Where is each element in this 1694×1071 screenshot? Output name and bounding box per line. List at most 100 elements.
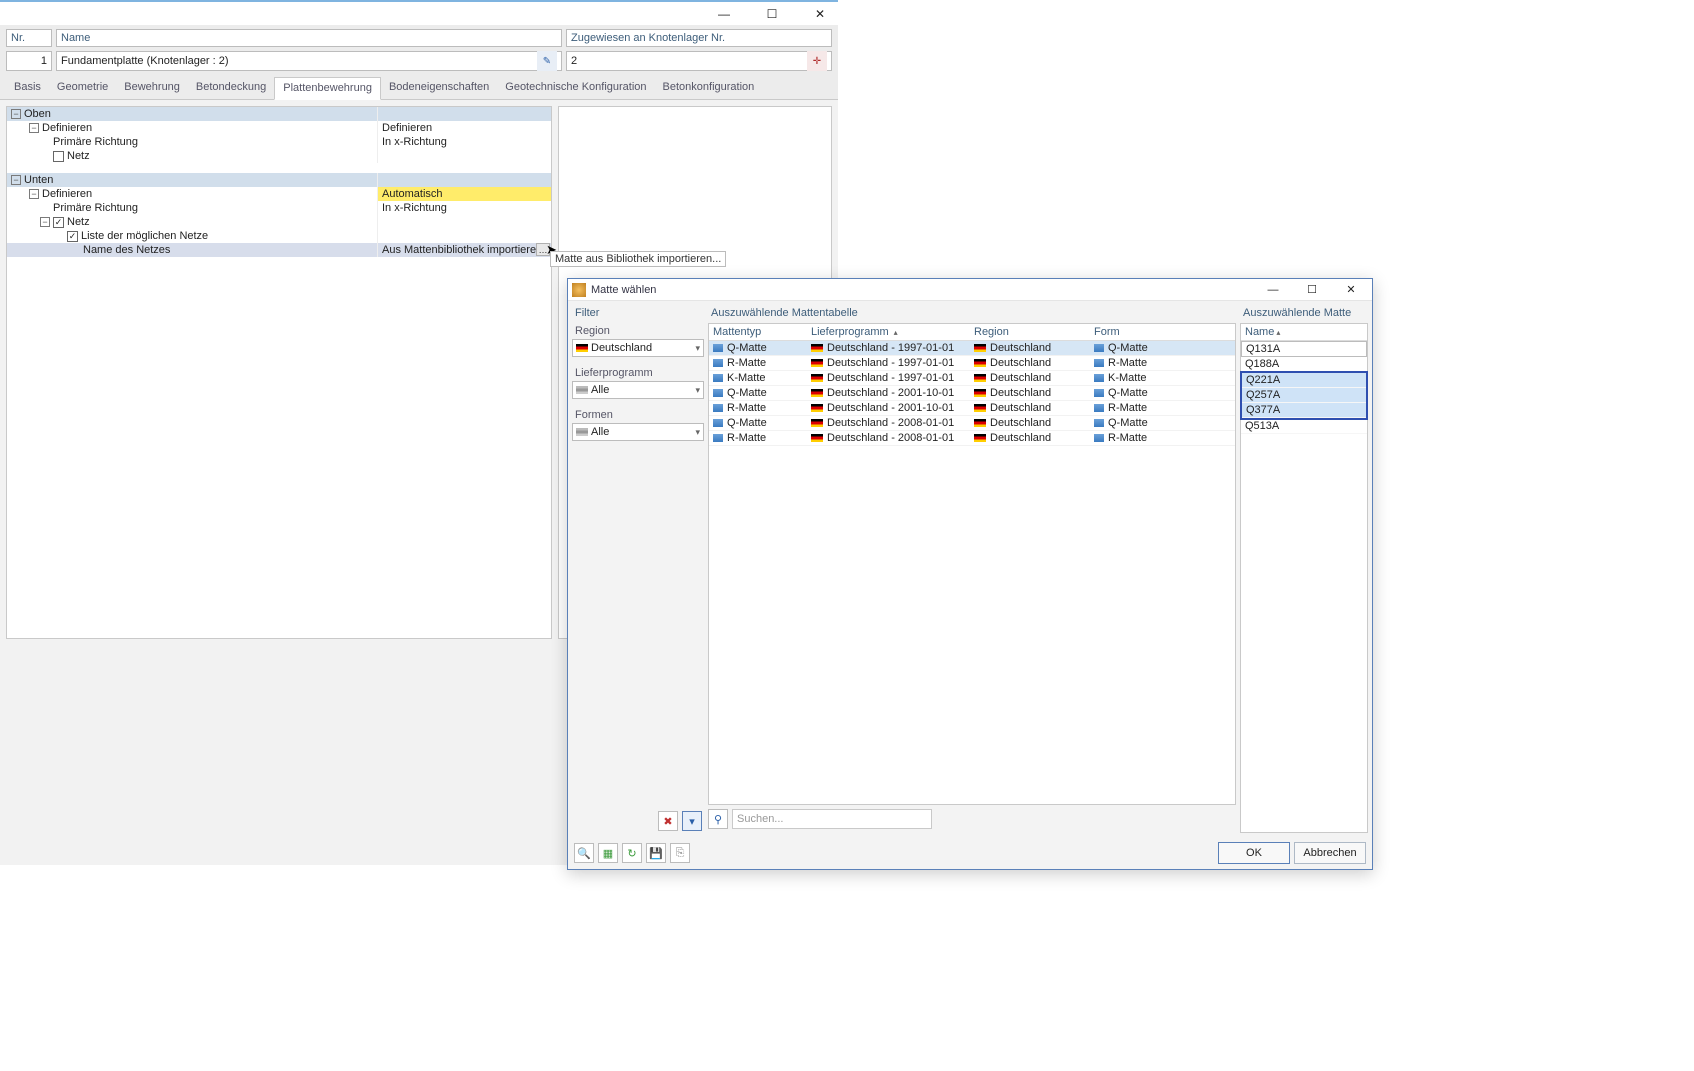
header-nr: Nr.: [6, 29, 52, 47]
matte-icon: [713, 419, 723, 427]
value-assign-wrap: 2 ✛: [566, 51, 832, 71]
list-item[interactable]: Q188A: [1241, 357, 1367, 372]
ok-button[interactable]: OK: [1218, 842, 1290, 864]
tree-section-unten[interactable]: − Unten: [7, 173, 551, 187]
tree-value-auto[interactable]: Automatisch: [378, 187, 551, 201]
sort-asc-icon: ▴: [892, 328, 898, 337]
chevron-down-icon: ▾: [695, 385, 700, 396]
tree-section-oben[interactable]: − Oben: [7, 107, 551, 121]
table-row[interactable]: R-MatteDeutschland - 1997-01-01Deutschla…: [709, 356, 1235, 371]
value-assign[interactable]: 2: [571, 55, 577, 67]
dialog-maximize-button[interactable]: ☐: [1295, 281, 1329, 299]
tab-plattenbewehrung[interactable]: Plattenbewehrung: [274, 77, 381, 100]
maximize-button[interactable]: ☐: [756, 4, 788, 23]
tree-row-definieren-unten[interactable]: − Definieren Automatisch: [7, 187, 551, 201]
checkbox-icon[interactable]: ✓: [53, 217, 64, 228]
list-item[interactable]: Q131A: [1241, 341, 1367, 357]
collapse-icon[interactable]: −: [29, 189, 39, 199]
cancel-button[interactable]: Abbrechen: [1294, 842, 1366, 864]
tree-value[interactable]: In x-Richtung: [378, 135, 551, 149]
matte-icon: [713, 389, 723, 397]
col-lieferprogramm[interactable]: Lieferprogramm▴: [807, 326, 970, 338]
apply-filter-button[interactable]: ▾: [682, 811, 702, 831]
collapse-icon[interactable]: −: [11, 175, 21, 185]
flag-icon: [974, 359, 986, 367]
search-row: ⚲ Suchen...: [708, 805, 1236, 833]
names-col-head[interactable]: Name▴: [1241, 324, 1367, 341]
tree-value[interactable]: In x-Richtung: [378, 201, 551, 215]
selection-box: Q221AQ257AQ377A: [1240, 371, 1368, 420]
list-item[interactable]: Q221A: [1242, 373, 1366, 388]
names-list: Name▴ Q131AQ188AQ221AQ257AQ377AQ513A: [1240, 323, 1368, 833]
minimize-button[interactable]: —: [708, 4, 740, 23]
tree-label: Netz: [67, 216, 90, 228]
collapse-icon[interactable]: −: [29, 123, 39, 133]
tree-row-primaer-unten[interactable]: Primäre Richtung In x-Richtung: [7, 201, 551, 215]
list-item[interactable]: Q257A: [1242, 388, 1366, 403]
tree-label: Primäre Richtung: [53, 136, 138, 148]
checkbox-icon[interactable]: [53, 151, 64, 162]
table-row[interactable]: Q-MatteDeutschland - 2001-10-01Deutschla…: [709, 386, 1235, 401]
tree-row-netz-unten[interactable]: − ✓ Netz: [7, 215, 551, 229]
tab-betondeckung[interactable]: Betondeckung: [188, 77, 274, 99]
flag-icon: [974, 419, 986, 427]
table-header: Auszuwählende Mattentabelle: [708, 305, 1236, 323]
matte-icon: [1094, 389, 1104, 397]
filter-liefer-select[interactable]: Alle ▾: [572, 381, 704, 399]
table-row[interactable]: Q-MatteDeutschland - 2008-01-01Deutschla…: [709, 416, 1235, 431]
footer-tool-4[interactable]: 💾: [646, 843, 666, 863]
footer-tool-2[interactable]: ▦: [598, 843, 618, 863]
table-row[interactable]: Q-MatteDeutschland - 1997-01-01Deutschla…: [709, 341, 1235, 356]
tree-row-liste[interactable]: ✓ Liste der möglichen Netze: [7, 229, 551, 243]
header-values: 1 Fundamentplatte (Knotenlager : 2) ✎ 2 …: [0, 51, 838, 77]
tree-row-definieren-oben[interactable]: − Definieren Definieren: [7, 121, 551, 135]
matte-icon: [1094, 419, 1104, 427]
value-nr[interactable]: 1: [6, 51, 52, 71]
tree-row-name-netz[interactable]: Name des Netzes Aus Mattenbibliothek imp…: [7, 243, 551, 257]
tree-label: Unten: [24, 174, 53, 186]
tab-basis[interactable]: Basis: [6, 77, 49, 99]
collapse-icon[interactable]: −: [11, 109, 21, 119]
flag-icon: [576, 344, 588, 352]
tab-geometrie[interactable]: Geometrie: [49, 77, 116, 99]
col-form[interactable]: Form: [1090, 326, 1235, 338]
browse-library-button[interactable]: …: [536, 243, 550, 256]
close-button[interactable]: ✕: [804, 4, 836, 23]
flag-icon: [974, 404, 986, 412]
matte-icon: [713, 374, 723, 382]
search-input[interactable]: Suchen...: [732, 809, 932, 829]
filter-region-select[interactable]: Deutschland ▾: [572, 339, 704, 357]
value-name[interactable]: Fundamentplatte (Knotenlager : 2): [61, 55, 229, 67]
dialog-minimize-button[interactable]: —: [1256, 281, 1290, 299]
tab-betonkonfiguration[interactable]: Betonkonfiguration: [655, 77, 763, 99]
checkbox-icon[interactable]: ✓: [67, 231, 78, 242]
clear-filter-button[interactable]: ✖: [658, 811, 678, 831]
table-row[interactable]: R-MatteDeutschland - 2008-01-01Deutschla…: [709, 431, 1235, 446]
dialog-body: Filter Region Deutschland ▾ Lieferprogra…: [568, 301, 1372, 837]
filter-panel: Filter Region Deutschland ▾ Lieferprogra…: [572, 305, 704, 833]
footer-tool-5[interactable]: ⎘: [670, 843, 690, 863]
list-item[interactable]: Q377A: [1242, 403, 1366, 418]
tree-row-netz-oben[interactable]: Netz: [7, 149, 551, 163]
tree-row-primaer-oben[interactable]: Primäre Richtung In x-Richtung: [7, 135, 551, 149]
collapse-icon[interactable]: −: [40, 217, 50, 227]
edit-name-icon[interactable]: ✎: [537, 51, 557, 71]
col-mattentyp[interactable]: Mattentyp: [709, 326, 807, 338]
footer-tool-1[interactable]: 🔍: [574, 843, 594, 863]
table-row[interactable]: R-MatteDeutschland - 2001-10-01Deutschla…: [709, 401, 1235, 416]
filter-formen-select[interactable]: Alle ▾: [572, 423, 704, 441]
footer-tool-3[interactable]: ↻: [622, 843, 642, 863]
tree-label: Definieren: [42, 188, 92, 200]
pick-node-icon[interactable]: ✛: [807, 51, 827, 71]
dialog-close-button[interactable]: ✕: [1334, 281, 1368, 299]
search-action-button[interactable]: ⚲: [708, 809, 728, 829]
tree-value[interactable]: Definieren: [378, 121, 551, 135]
tab-bodeneigenschaften[interactable]: Bodeneigenschaften: [381, 77, 497, 99]
tab-geotechnische[interactable]: Geotechnische Konfiguration: [497, 77, 654, 99]
tab-bewehrung[interactable]: Bewehrung: [116, 77, 188, 99]
col-region[interactable]: Region: [970, 326, 1090, 338]
flag-icon: [811, 374, 823, 382]
table-row[interactable]: K-MatteDeutschland - 1997-01-01Deutschla…: [709, 371, 1235, 386]
tree-value-import[interactable]: Aus Mattenbibliothek importieren …: [378, 243, 551, 257]
list-item[interactable]: Q513A: [1241, 419, 1367, 434]
